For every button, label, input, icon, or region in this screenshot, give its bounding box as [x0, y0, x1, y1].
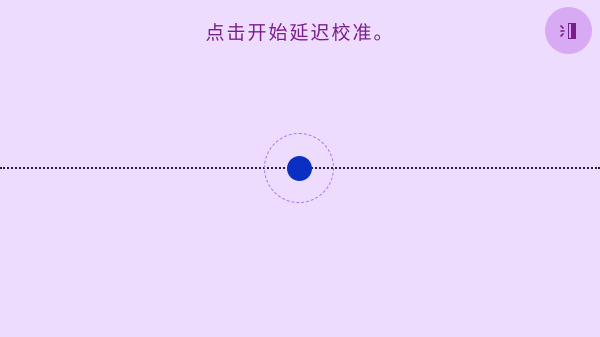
calibration-instruction: 点击开始延迟校准。 [205, 22, 395, 44]
exit-button[interactable] [545, 7, 592, 54]
calibration-screen[interactable]: 点击开始延迟校准。 [0, 0, 600, 337]
timing-marker-dot[interactable] [287, 156, 312, 181]
exit-door-icon [559, 22, 576, 39]
